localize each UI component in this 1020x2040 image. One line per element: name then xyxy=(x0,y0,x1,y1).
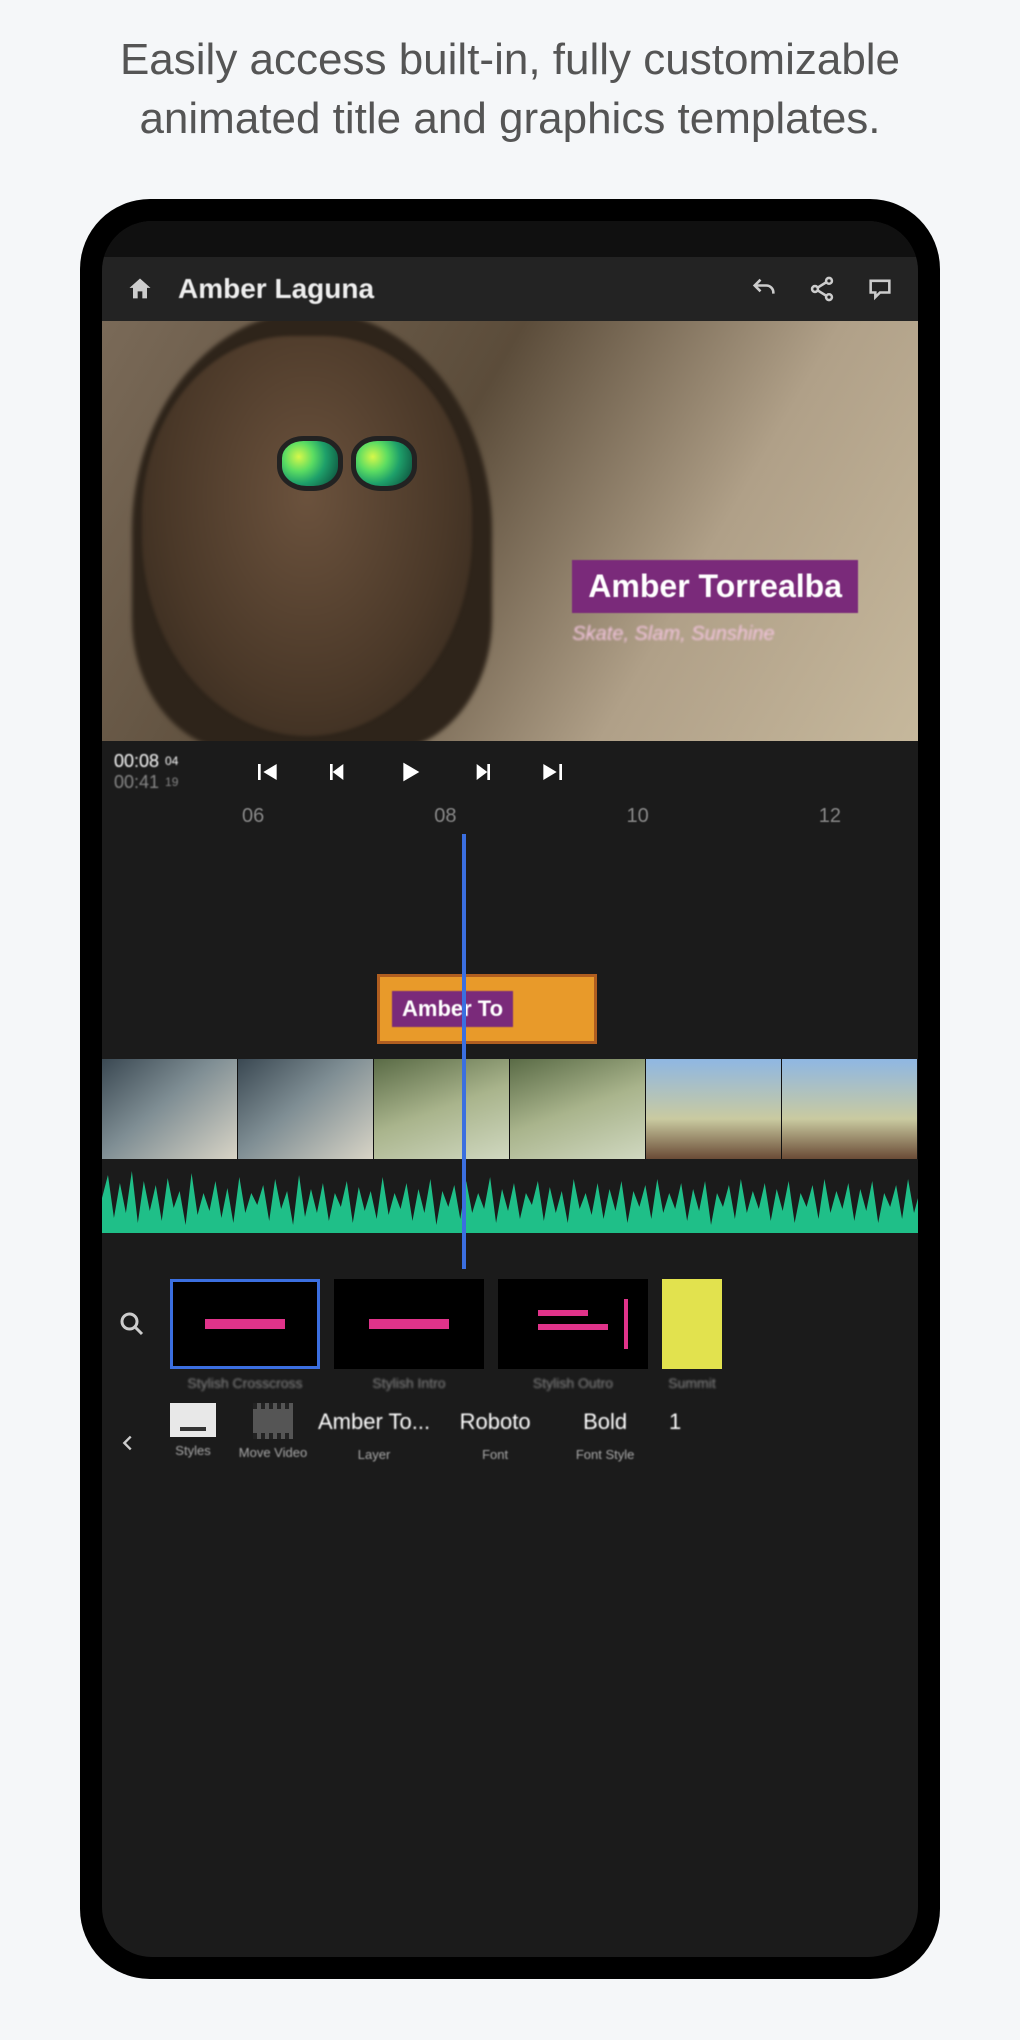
title-template: Stylish Crosscross xyxy=(170,1279,320,1391)
template-thumbnail[interactable] xyxy=(334,1279,484,1369)
video-thumbnail xyxy=(374,1059,510,1159)
playhead[interactable] xyxy=(462,834,466,1269)
ruler-tick: 06 xyxy=(242,805,264,828)
audio-track[interactable] xyxy=(102,1159,918,1237)
lower-third-title[interactable]: Amber Torrealba Skate, Slam, Sunshine xyxy=(572,560,858,646)
video-thumbnail xyxy=(782,1059,918,1159)
timecode: 00:08 04 00:41 19 xyxy=(114,751,178,793)
template-thumbnail[interactable] xyxy=(170,1279,320,1369)
template-label: Summit xyxy=(668,1375,715,1391)
phone-frame: Amber Laguna Amber Torrealba Skate, Slam… xyxy=(80,199,940,1979)
status-bar xyxy=(102,221,918,257)
inspector-bar: Styles Move Video Amber To... Layer Robo… xyxy=(102,1395,918,1495)
inspector-font[interactable]: Roboto Font xyxy=(440,1403,550,1462)
goto-start-icon[interactable] xyxy=(250,756,282,788)
time-ruler[interactable]: 06 08 10 12 xyxy=(102,799,918,834)
styles-icon xyxy=(170,1403,216,1437)
video-thumbnail xyxy=(102,1059,238,1159)
timeline[interactable]: Amber To xyxy=(102,834,918,1269)
transport-bar: 00:08 04 00:41 19 xyxy=(102,741,918,799)
preview-sunglasses xyxy=(277,436,427,496)
video-thumbnail xyxy=(510,1059,646,1159)
video-preview[interactable]: Amber Torrealba Skate, Slam, Sunshine xyxy=(102,321,918,741)
comment-icon[interactable] xyxy=(860,269,900,309)
project-title: Amber Laguna xyxy=(178,273,726,305)
play-icon[interactable] xyxy=(394,756,426,788)
inspector-move-video[interactable]: Move Video xyxy=(238,1403,308,1460)
video-thumbnail xyxy=(238,1059,374,1159)
inspector-layer[interactable]: Amber To... Layer xyxy=(318,1403,430,1462)
marketing-caption: Easily access built-in, fully customizab… xyxy=(60,0,960,199)
filmstrip-icon xyxy=(253,1403,293,1439)
title-clip-label: Amber To xyxy=(392,991,513,1027)
inspector-value: Roboto xyxy=(460,1403,531,1441)
title-template: Summit xyxy=(662,1279,722,1391)
step-forward-icon[interactable] xyxy=(466,756,498,788)
inspector-label: Font Style xyxy=(576,1447,635,1462)
phone-screen: Amber Laguna Amber Torrealba Skate, Slam… xyxy=(102,221,918,1957)
inspector-label: Font xyxy=(482,1447,508,1462)
home-icon[interactable] xyxy=(120,269,160,309)
title-template: Stylish Intro xyxy=(334,1279,484,1391)
template-thumbnail[interactable] xyxy=(662,1279,722,1369)
inspector-extra[interactable]: 1 xyxy=(660,1403,690,1441)
title-clip[interactable]: Amber To xyxy=(377,974,597,1044)
total-frames: 19 xyxy=(165,775,178,789)
template-label: Stylish Crosscross xyxy=(187,1375,302,1391)
goto-end-icon[interactable] xyxy=(538,756,570,788)
lower-third-subtitle: Skate, Slam, Sunshine xyxy=(572,623,858,646)
template-label: Stylish Outro xyxy=(533,1375,613,1391)
search-icon[interactable] xyxy=(108,1279,156,1369)
current-time: 00:08 xyxy=(114,751,159,772)
title-template: Stylish Outro xyxy=(498,1279,648,1391)
inspector-value: 1 xyxy=(669,1403,681,1441)
step-back-icon[interactable] xyxy=(322,756,354,788)
ruler-tick: 12 xyxy=(819,805,841,828)
playback-controls xyxy=(250,756,570,788)
preview-subject-face xyxy=(142,336,472,736)
lower-third-name: Amber Torrealba xyxy=(572,560,858,613)
video-track[interactable] xyxy=(102,1059,918,1159)
undo-icon[interactable] xyxy=(744,269,784,309)
inspector-label: Layer xyxy=(358,1447,391,1462)
back-icon[interactable] xyxy=(108,1403,148,1483)
inspector-font-style[interactable]: Bold Font Style xyxy=(560,1403,650,1462)
inspector-label: Styles xyxy=(175,1443,210,1458)
title-templates-row: Stylish Crosscross Stylish Intro Stylish… xyxy=(102,1269,918,1395)
inspector-styles[interactable]: Styles xyxy=(158,1403,228,1458)
app-header: Amber Laguna xyxy=(102,257,918,321)
inspector-value: Amber To... xyxy=(318,1403,430,1441)
total-time: 00:41 xyxy=(114,772,159,793)
current-frames: 04 xyxy=(165,754,178,768)
template-label: Stylish Intro xyxy=(372,1375,445,1391)
ruler-tick: 08 xyxy=(434,805,456,828)
video-thumbnail xyxy=(646,1059,782,1159)
ruler-tick: 10 xyxy=(627,805,649,828)
template-thumbnail[interactable] xyxy=(498,1279,648,1369)
inspector-value: Bold xyxy=(583,1403,627,1441)
share-icon[interactable] xyxy=(802,269,842,309)
inspector-label: Move Video xyxy=(239,1445,307,1460)
audio-waveform xyxy=(102,1163,918,1233)
